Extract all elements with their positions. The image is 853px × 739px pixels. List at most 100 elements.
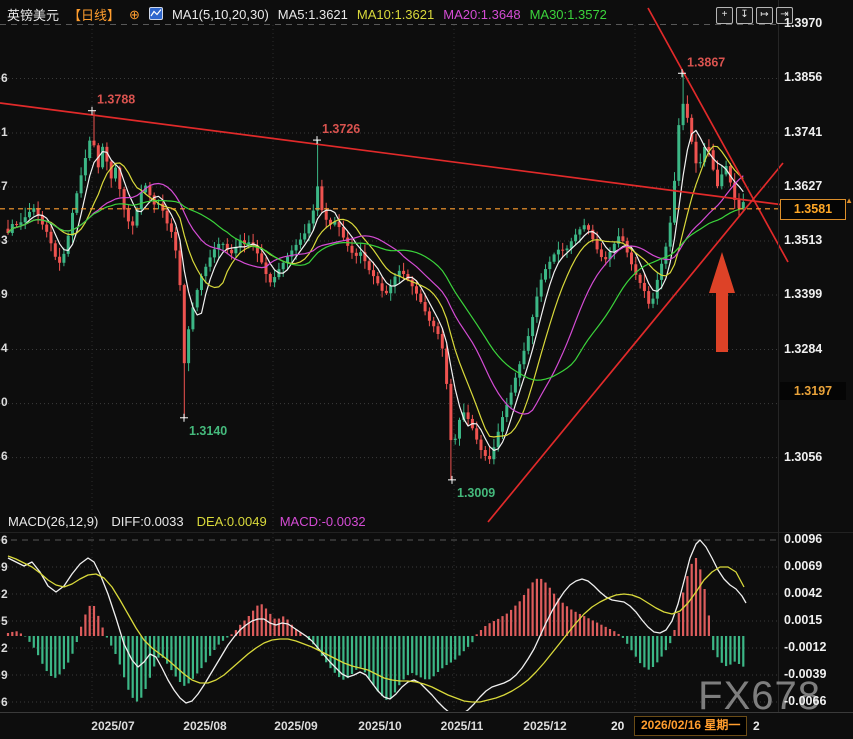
candle-body — [351, 246, 354, 253]
candle — [600, 243, 603, 262]
candle — [71, 209, 74, 243]
xaxis-month-label: 2025/12 — [523, 719, 566, 733]
candle — [101, 143, 104, 169]
candle-body — [578, 229, 581, 234]
candle — [105, 142, 108, 170]
candle — [535, 288, 538, 323]
scale-time-icon[interactable]: ↦ — [756, 7, 773, 24]
candle — [37, 201, 40, 224]
candle — [471, 415, 474, 431]
candle-body — [101, 147, 104, 167]
candle — [419, 289, 422, 304]
candle-body — [419, 294, 422, 302]
candle — [531, 314, 534, 344]
candle-body — [213, 249, 216, 257]
ma5-value-label: MA5:1.3621 — [278, 7, 348, 22]
candle-body — [166, 211, 169, 224]
left-price-digit: 4 — [1, 341, 8, 355]
candle-body — [742, 202, 745, 208]
main-price-tick: 1.3399 — [784, 287, 822, 301]
candle — [398, 265, 401, 282]
candle-body — [299, 240, 302, 245]
chart-header: 英镑美元 【日线】 ⊕ MA1(5,10,20,30) MA5:1.3621MA… — [7, 5, 607, 24]
candle — [54, 240, 57, 260]
candle — [381, 277, 384, 297]
ma-chart-icon[interactable] — [149, 7, 163, 23]
chart-toolbar: +↧↦⇥ — [716, 7, 793, 24]
candle — [50, 225, 53, 252]
candle-body — [548, 262, 551, 269]
candle — [363, 245, 366, 269]
candle — [510, 385, 513, 409]
candle-body — [312, 211, 315, 224]
candle-body — [127, 210, 130, 222]
up-arrow-annotation — [709, 252, 735, 352]
extreme-price-label: 1.3140 — [189, 424, 227, 438]
left-macd-digit: 6 — [1, 533, 8, 547]
candle-body — [204, 267, 207, 276]
ma20-value-label: MA20:1.3648 — [443, 7, 520, 22]
candle-body — [531, 317, 534, 336]
candle-body — [716, 170, 719, 187]
add-indicator-icon[interactable]: ⊕ — [129, 7, 140, 23]
extreme-price-label: 1.3788 — [97, 93, 135, 107]
candle — [720, 165, 723, 189]
candle-body — [540, 280, 543, 297]
candle-body — [389, 286, 392, 293]
candle — [153, 192, 156, 212]
candle-body — [123, 189, 126, 209]
candle-body — [604, 257, 607, 259]
candle-body — [677, 125, 680, 181]
left-macd-digit: 9 — [1, 560, 8, 574]
candle-body — [647, 291, 650, 304]
candle-body — [514, 378, 517, 393]
candle — [548, 256, 551, 278]
candle — [303, 224, 306, 242]
main-price-tick: 1.3627 — [784, 179, 822, 193]
scale-price-icon[interactable]: ↧ — [736, 7, 753, 24]
candle-body — [424, 302, 427, 311]
candle — [187, 326, 190, 371]
ma10-line — [8, 146, 743, 437]
xaxis-month-label: 2025/08 — [183, 719, 226, 733]
candle-body — [196, 290, 199, 307]
candle-body — [394, 277, 397, 286]
diff-value-label: DIFF:0.0033 — [111, 514, 183, 529]
left-price-digit: 6 — [1, 71, 8, 85]
candle — [351, 239, 354, 259]
candle — [299, 233, 302, 249]
candle-body — [643, 283, 646, 291]
candle-body — [32, 208, 35, 212]
left-price-digit: 0 — [1, 395, 8, 409]
candle — [553, 253, 556, 264]
period-selector[interactable]: 【日线】 — [68, 5, 120, 24]
candle — [213, 242, 216, 263]
candle-body — [574, 235, 577, 242]
candle-body — [664, 247, 667, 264]
candle-body — [320, 186, 323, 210]
crosshair-icon[interactable]: + — [716, 7, 733, 24]
candle-body — [445, 349, 448, 384]
candle — [252, 234, 255, 251]
candle — [613, 242, 616, 259]
candle — [88, 137, 91, 161]
candle-body — [381, 283, 384, 291]
candle — [131, 216, 134, 234]
extreme-price-label: 1.3726 — [322, 122, 360, 136]
candle — [183, 284, 186, 418]
candle — [583, 219, 586, 232]
candle — [523, 343, 526, 370]
candle-body — [303, 233, 306, 239]
candle-body — [191, 307, 194, 329]
candle-body — [84, 158, 87, 175]
candle-body — [415, 286, 418, 293]
candle — [346, 231, 349, 252]
candle-body — [480, 440, 483, 450]
candle — [282, 261, 285, 277]
macd-value-tick: -0.0039 — [784, 667, 826, 681]
candle — [527, 328, 530, 354]
price-chart-canvas[interactable]: 1.37881.37261.38671.31401.3009 — [0, 0, 853, 739]
candle — [570, 238, 573, 254]
extreme-price-label: 1.3009 — [457, 486, 495, 500]
candle-body — [583, 225, 586, 229]
